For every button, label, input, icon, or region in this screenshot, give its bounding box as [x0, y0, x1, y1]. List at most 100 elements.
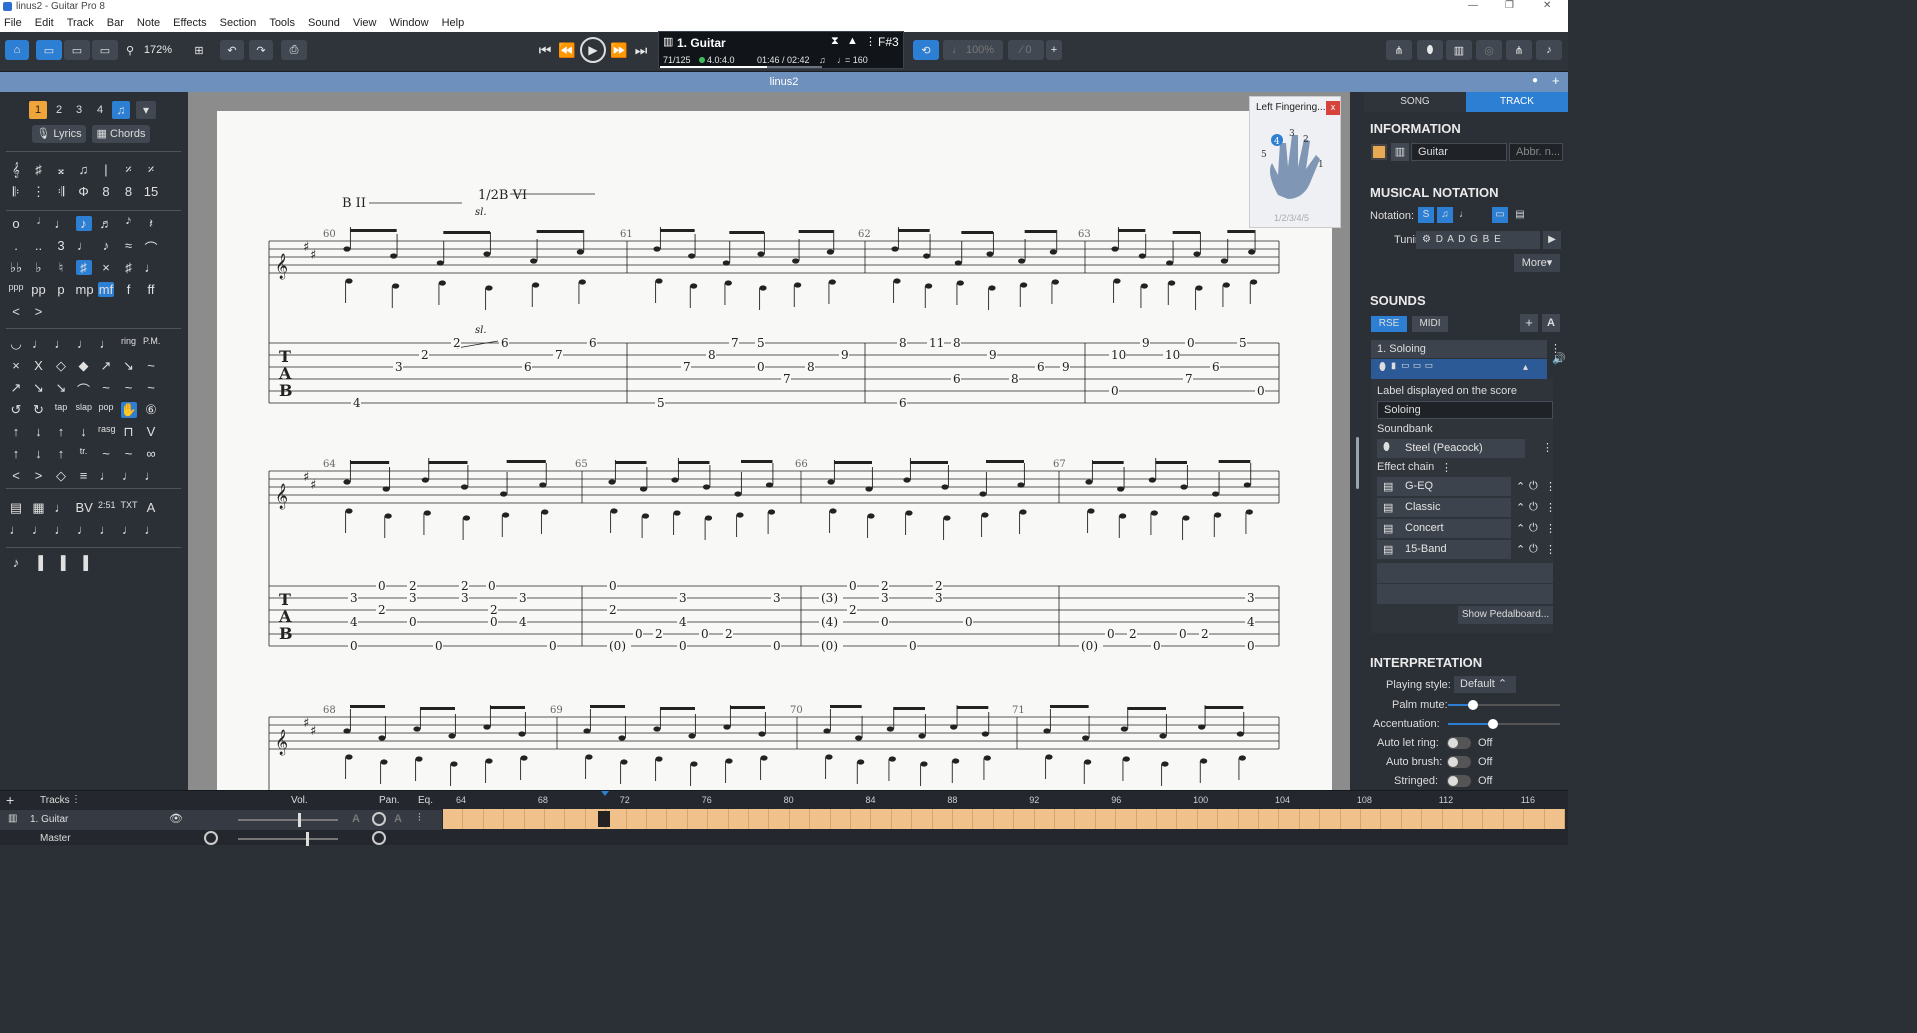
notehead[interactable]	[1051, 279, 1059, 285]
document-tab[interactable]: linus2	[0, 72, 1568, 92]
palette-symbol-icon[interactable]: ↘	[53, 380, 69, 396]
tab-number[interactable]: 9	[989, 348, 997, 362]
effect-2[interactable]: Classic	[1377, 498, 1511, 517]
add-tab-icon[interactable]: +	[1552, 73, 1560, 88]
timeline-bar-cell[interactable]	[1299, 809, 1321, 829]
piano-icon[interactable]: ▥	[1446, 40, 1472, 60]
empty-effect-slot[interactable]	[1377, 563, 1553, 583]
guitar-pan-knob[interactable]	[372, 812, 386, 826]
notehead[interactable]	[438, 280, 446, 286]
palette-symbol-icon[interactable]: 𝄇	[53, 184, 69, 200]
notehead[interactable]	[1168, 280, 1176, 286]
notehead[interactable]	[1138, 253, 1146, 259]
tab-number[interactable]: 0	[965, 615, 973, 629]
palette-symbol-icon[interactable]: ♩	[53, 216, 69, 231]
notehead[interactable]	[1161, 761, 1169, 767]
tab-number[interactable]: 6	[589, 336, 597, 350]
notehead[interactable]	[1193, 251, 1201, 257]
notehead[interactable]	[639, 486, 648, 492]
timeline-bar-cell[interactable]	[769, 809, 790, 829]
notehead[interactable]	[1243, 482, 1251, 488]
palette-symbol-icon[interactable]: ♩	[98, 336, 114, 351]
palette-symbol-icon[interactable]: ↘	[31, 380, 47, 396]
tab-number[interactable]: 9	[841, 348, 849, 362]
pan-automation-icon[interactable]: A	[394, 813, 402, 825]
rewind-icon[interactable]: ⏪	[557, 40, 577, 60]
palette-symbol-icon[interactable]: ↘	[121, 358, 137, 374]
audio-icon[interactable]: ⋔	[1386, 40, 1412, 60]
palette-symbol-icon[interactable]: TXT	[121, 500, 138, 510]
view-horizontal-icon[interactable]: ▭	[64, 40, 90, 60]
palette-symbol-icon[interactable]: ⌒	[143, 238, 159, 257]
tab-number[interactable]: 0	[609, 579, 617, 593]
stringed-toggle[interactable]	[1447, 775, 1471, 787]
timeline-bar-cell[interactable]	[483, 809, 505, 829]
menu-effects[interactable]: Effects	[173, 17, 206, 29]
notehead[interactable]	[585, 754, 593, 760]
print-icon[interactable]: ⎙	[281, 40, 307, 60]
tab-number[interactable]: 8	[1011, 372, 1019, 386]
tab-number[interactable]: 0	[1257, 384, 1265, 398]
timeline-bar-cell[interactable]	[687, 809, 709, 829]
palette-symbol-icon[interactable]: ♩	[76, 522, 92, 537]
timeline-bar-cell[interactable]	[1116, 809, 1137, 829]
palette-symbol-icon[interactable]: ♩	[98, 522, 114, 537]
timeline-bar-cell[interactable]	[1238, 809, 1259, 829]
palette-symbol-icon[interactable]: ~	[143, 358, 159, 373]
view-parchment-icon[interactable]: ▭	[92, 40, 118, 60]
notehead[interactable]	[641, 513, 650, 519]
tab-number[interactable]: 2	[609, 603, 617, 617]
notehead[interactable]	[382, 486, 390, 492]
tab-number[interactable]: 7	[1185, 372, 1193, 386]
tab-number[interactable]: 6	[501, 336, 509, 350]
notehead[interactable]	[918, 733, 926, 739]
notehead[interactable]	[1082, 735, 1090, 741]
palette-symbol-icon[interactable]: |	[98, 162, 114, 177]
label-input[interactable]: Soloing	[1377, 401, 1553, 419]
timeline-bar-cell[interactable]	[708, 809, 729, 829]
tab-number[interactable]: 0	[849, 579, 857, 593]
collapse-icon[interactable]: ▴	[1523, 362, 1528, 373]
palette-symbol-icon[interactable]: <	[8, 304, 24, 319]
notehead[interactable]	[893, 278, 901, 284]
palette-symbol-icon[interactable]: Φ	[76, 184, 92, 199]
notehead[interactable]	[1159, 733, 1167, 739]
palette-symbol-icon[interactable]: ♩	[98, 468, 114, 483]
score-page[interactable]: 𝄞 𝄞 𝄞 ♯ ♯ ♯ ♯ ♯ ♯ TAB TAB 60 61 62 63 64 65 66 67 68 6…	[217, 111, 1332, 790]
notehead[interactable]	[1220, 258, 1228, 264]
notehead[interactable]	[867, 513, 875, 519]
palette-symbol-icon[interactable]: 𝄽	[143, 216, 159, 232]
notehead[interactable]	[671, 477, 679, 483]
timeline-bar-cell[interactable]	[1279, 809, 1300, 829]
tab-number[interactable]: 6	[899, 396, 907, 410]
visibility-eye-icon[interactable]: 👁	[169, 812, 183, 825]
tab-number[interactable]: 0	[549, 639, 557, 653]
palette-symbol-icon[interactable]: 𝄞	[8, 162, 24, 178]
notehead[interactable]	[1117, 486, 1125, 492]
notehead[interactable]	[610, 508, 618, 514]
notehead[interactable]	[757, 251, 765, 257]
palette-symbol-icon[interactable]: ↑	[53, 424, 69, 439]
palette-symbol-icon[interactable]: 𝄪	[53, 162, 69, 178]
notehead[interactable]	[891, 246, 899, 252]
timeline-bar-cell[interactable]	[1483, 809, 1504, 829]
tab-number[interactable]: 2	[378, 603, 386, 617]
palette-symbol-icon[interactable]: <	[8, 468, 24, 483]
playhead-icon[interactable]	[601, 791, 609, 796]
notehead[interactable]	[888, 756, 896, 762]
notehead[interactable]	[500, 491, 508, 497]
timeline-bar-cell[interactable]	[1320, 809, 1341, 829]
palette-symbol-icon[interactable]: ▐	[31, 555, 47, 570]
timeline-bar-cell[interactable]	[932, 809, 953, 829]
master-pan-knob[interactable]	[372, 831, 386, 845]
tab-number[interactable]: 0	[350, 639, 358, 653]
mixer-icon[interactable]: ⋔	[1506, 40, 1532, 60]
notehead[interactable]	[1182, 515, 1190, 521]
more-button[interactable]: More▾	[1514, 254, 1560, 272]
playing-style-select[interactable]: Default ⌃	[1454, 676, 1516, 693]
tab-number[interactable]: 2	[849, 603, 857, 617]
timeline-bar-cell[interactable]	[1401, 809, 1423, 829]
notehead[interactable]	[530, 258, 538, 264]
close-icon[interactable]: ✕	[1543, 0, 1551, 11]
tab-number[interactable]: (3)	[821, 591, 838, 605]
